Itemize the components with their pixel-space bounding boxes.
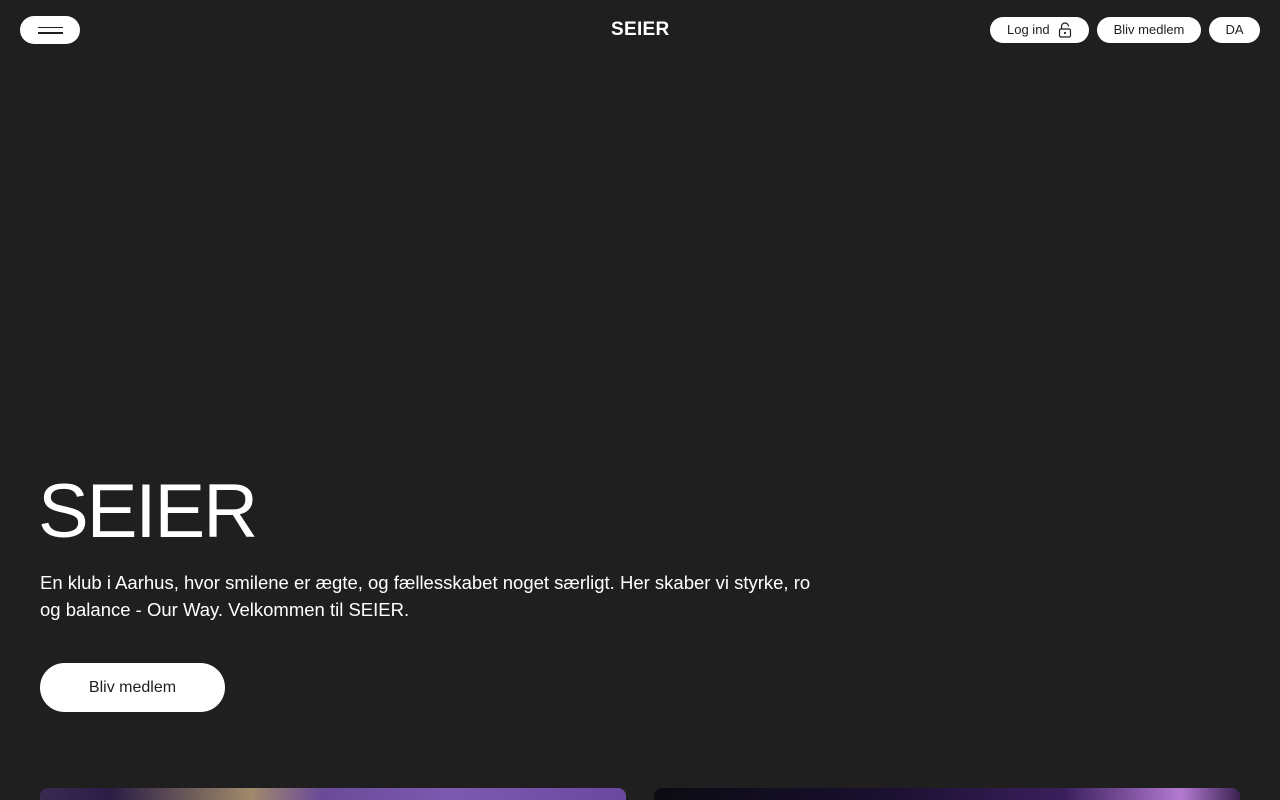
hamburger-icon [37,26,63,28]
feature-image-card[interactable] [40,788,626,800]
feature-image-card-secondary[interactable] [654,788,1240,800]
hero-title: SEIER [38,469,258,554]
hamburger-icon-bar [37,32,63,34]
lock-icon [1058,22,1071,38]
login-label: Log ind [1007,22,1050,37]
hero-join-button[interactable]: Bliv medlem [40,663,225,712]
join-button[interactable]: Bliv medlem [1097,17,1201,43]
hero-description: En klub i Aarhus, hvor smilene er ægte, … [40,572,811,620]
header-actions: Log ind Bliv medlem DA [990,17,1260,43]
site-logo[interactable]: SEIER [611,18,670,42]
menu-button[interactable] [20,16,80,44]
language-selector[interactable]: DA [1209,17,1260,43]
page: SEIER Log ind Bliv medlem DA SEIER En kl… [0,0,1280,800]
login-button[interactable]: Log ind [990,17,1089,43]
